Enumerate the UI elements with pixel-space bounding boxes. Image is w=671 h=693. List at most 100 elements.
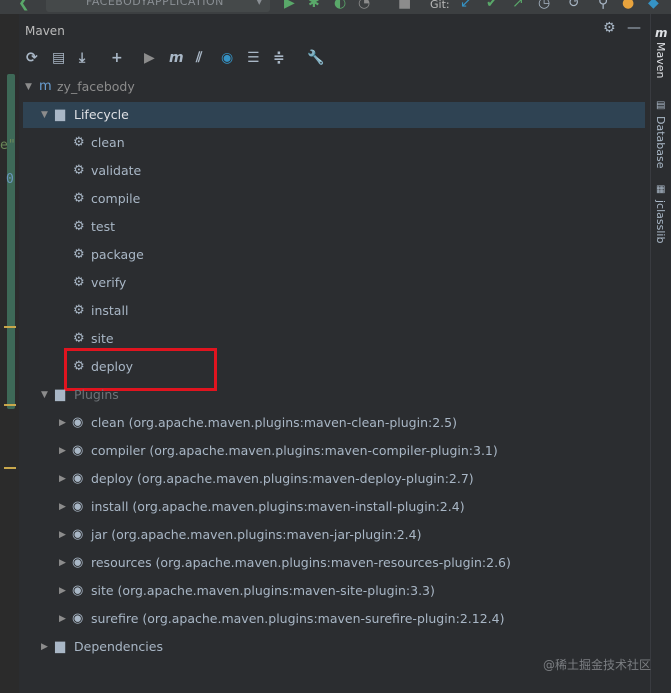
skip-tests-icon[interactable]: ⫽ <box>196 50 202 66</box>
download-icon[interactable]: ⤓ <box>79 50 85 66</box>
back-icon[interactable]: ❮ <box>18 0 30 11</box>
lifecycle-phase-item[interactable]: ⚙ install <box>19 298 650 324</box>
run-goal-icon[interactable]: ▶ <box>144 50 155 66</box>
gear-icon: ⚙ <box>73 247 85 262</box>
plugin-label: deploy (org.apache.maven.plugins:maven-d… <box>91 471 474 486</box>
phase-label: test <box>91 219 116 234</box>
chevron-right-icon[interactable]: ▶ <box>59 410 66 436</box>
lifecycle-phase-item[interactable]: ⚙ verify <box>19 270 650 296</box>
gear-icon: ⚙ <box>73 219 85 234</box>
plugin-label: install (org.apache.maven.plugins:maven-… <box>91 499 465 514</box>
lifecycle-phase-item[interactable]: ⚙ clean <box>19 130 650 156</box>
add-icon[interactable]: + <box>111 50 123 66</box>
main-toolbar: ❮ FACEBODYAPPLICATION ▾ ▶ ✱ ◐ ◔ ■ Git: ↙… <box>0 0 671 14</box>
show-dependencies-icon[interactable]: ☰ <box>247 50 260 66</box>
editor-text-fragment: e" <box>0 138 16 153</box>
generate-sources-icon[interactable]: ▤ <box>52 50 65 66</box>
editor-marker <box>4 326 16 328</box>
database-icon: ▤ <box>656 100 666 111</box>
search-icon[interactable]: ⚲ <box>598 0 608 11</box>
chevron-down-icon[interactable]: ▼ <box>25 74 32 100</box>
tree-node-project[interactable]: ▼ m zy_facebody <box>19 74 650 100</box>
history-icon[interactable]: ◷ <box>538 0 550 11</box>
plugin-item[interactable]: ▶ ◉ site (org.apache.maven.plugins:maven… <box>19 578 650 604</box>
debug-icon[interactable]: ✱ <box>308 0 320 11</box>
plugin-label: jar (org.apache.maven.plugins:maven-jar-… <box>91 527 422 542</box>
offline-mode-icon[interactable]: ◉ <box>221 50 233 66</box>
editor-text-fragment: 0 <box>6 172 14 187</box>
coverage-icon[interactable]: ◐ <box>334 0 346 11</box>
chevron-right-icon[interactable]: ▶ <box>59 550 66 576</box>
chevron-down-icon[interactable]: ▼ <box>41 382 48 408</box>
reload-icon[interactable]: ⟳ <box>26 50 38 66</box>
gear-icon: ⚙ <box>73 275 85 290</box>
plugin-item[interactable]: ▶ ◉ resources (org.apache.maven.plugins:… <box>19 550 650 576</box>
tree-node-plugins[interactable]: ▼ ▆ Plugins <box>19 382 650 408</box>
tree-node-label: Plugins <box>74 387 119 402</box>
plugin-item[interactable]: ▶ ◉ install (org.apache.maven.plugins:ma… <box>19 494 650 520</box>
wrench-icon[interactable]: 🔧 <box>307 50 324 66</box>
gear-icon: ⚙ <box>73 191 85 206</box>
chevron-right-icon[interactable]: ▶ <box>59 438 66 464</box>
tree-node-label: Lifecycle <box>74 107 129 122</box>
rollback-icon[interactable]: ↺ <box>568 0 580 11</box>
tree-node-label: Dependencies <box>74 639 163 654</box>
plugin-item[interactable]: ▶ ◉ compiler (org.apache.maven.plugins:m… <box>19 438 650 464</box>
profile-icon[interactable]: ◔ <box>358 0 370 11</box>
lifecycle-phase-item[interactable]: ⚙ validate <box>19 158 650 184</box>
plugin-label: compiler (org.apache.maven.plugins:maven… <box>91 443 498 458</box>
tab-maven[interactable]: Maven <box>654 42 667 78</box>
chevron-down-icon[interactable]: ▼ <box>41 102 48 128</box>
chevron-right-icon[interactable]: ▶ <box>59 466 66 492</box>
phase-label: compile <box>91 191 141 206</box>
lifecycle-phase-item[interactable]: ⚙ package <box>19 242 650 268</box>
chevron-right-icon[interactable]: ▶ <box>59 494 66 520</box>
gear-icon[interactable]: ⚙ <box>603 20 616 36</box>
editor-marker <box>4 404 16 406</box>
collapse-all-icon[interactable]: ≑ <box>273 50 285 66</box>
plugin-label: site (org.apache.maven.plugins:maven-sit… <box>91 583 435 598</box>
plugin-item[interactable]: ▶ ◉ jar (org.apache.maven.plugins:maven-… <box>19 522 650 548</box>
plugin-label: clean (org.apache.maven.plugins:maven-cl… <box>91 415 457 430</box>
editor-marker <box>4 467 16 469</box>
run-configuration-label: FACEBODYAPPLICATION <box>86 0 224 8</box>
chevron-right-icon[interactable]: ▶ <box>59 522 66 548</box>
git-label: Git: <box>430 0 450 11</box>
run-configuration-dropdown[interactable]: FACEBODYAPPLICATION ▾ <box>46 0 270 12</box>
ide-logo-icon: ◆ <box>648 0 659 11</box>
git-push-icon[interactable]: ↗ <box>512 0 524 11</box>
lifecycle-phase-item[interactable]: ⚙ compile <box>19 186 650 212</box>
gear-icon: ⚙ <box>73 135 85 150</box>
editor-sliver: e" 0 <box>0 14 19 693</box>
maven-icon: m <box>655 26 668 40</box>
chevron-right-icon[interactable]: ▶ <box>41 634 48 660</box>
tree-node-lifecycle[interactable]: ▼ ▆ Lifecycle <box>23 102 645 128</box>
phase-label: verify <box>91 275 127 290</box>
tab-jclasslib[interactable]: jclasslib <box>654 200 667 243</box>
run-icon[interactable]: ▶ <box>284 0 295 11</box>
chevron-right-icon[interactable]: ▶ <box>59 578 66 604</box>
chevron-right-icon[interactable]: ▶ <box>59 606 66 632</box>
tree-node-label: zy_facebody <box>57 79 135 94</box>
git-update-icon[interactable]: ↙ <box>460 0 472 11</box>
plugin-icon: ◉ <box>72 415 84 430</box>
stop-icon[interactable]: ■ <box>398 0 411 11</box>
plugin-icon: ◉ <box>72 499 84 514</box>
folder-gear-icon: ▆ <box>55 107 65 122</box>
plugin-icon: ◉ <box>72 583 84 598</box>
plugin-item[interactable]: ▶ ◉ deploy (org.apache.maven.plugins:mav… <box>19 466 650 492</box>
minimize-icon[interactable]: — <box>627 20 641 36</box>
tab-database[interactable]: Database <box>654 116 667 169</box>
updates-icon[interactable]: ● <box>622 0 634 11</box>
plugin-icon: ◉ <box>72 443 84 458</box>
chevron-down-icon: ▾ <box>256 0 262 8</box>
plugin-label: surefire (org.apache.maven.plugins:maven… <box>91 611 505 626</box>
plugin-item[interactable]: ▶ ◉ surefire (org.apache.maven.plugins:m… <box>19 606 650 632</box>
lifecycle-phase-item[interactable]: ⚙ test <box>19 214 650 240</box>
git-commit-icon[interactable]: ✔ <box>486 0 498 11</box>
plugin-item[interactable]: ▶ ◉ clean (org.apache.maven.plugins:mave… <box>19 410 650 436</box>
plugin-icon: ◉ <box>72 555 84 570</box>
phase-label: install <box>91 303 129 318</box>
execute-goal-icon[interactable]: m <box>169 50 184 66</box>
maven-tool-window: Maven ⚙ — ⟳ ▤ ⤓ + ▶ m ⫽ ◉ ☰ ≑ 🔧 ▼ m zy_f… <box>19 14 650 693</box>
